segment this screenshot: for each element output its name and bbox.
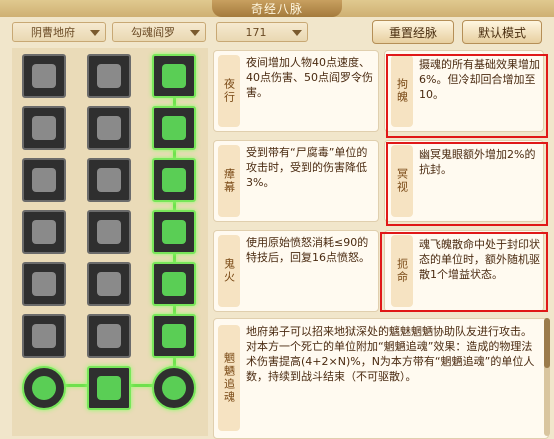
serpent-icon bbox=[32, 324, 56, 348]
swirl-icon bbox=[162, 220, 186, 244]
talent-desc: 受到带有“尸腐毒”单位的攻击时，受到的伤害降低3%。 bbox=[246, 146, 368, 189]
sect-select-value: 阴曹地府 bbox=[31, 26, 75, 39]
talent-desc: 使用原始愤怒消耗≤90的特技后，回复16点愤怒。 bbox=[246, 236, 370, 264]
skill-node[interactable] bbox=[87, 158, 131, 202]
skill-node[interactable] bbox=[87, 210, 131, 254]
chevron-down-icon bbox=[190, 30, 200, 36]
rune-icon bbox=[97, 116, 121, 140]
rune-icon bbox=[97, 272, 121, 296]
cloud-icon bbox=[32, 220, 56, 244]
skill-node[interactable] bbox=[22, 54, 66, 98]
talent-tag: 夜行 bbox=[218, 55, 240, 127]
blade-icon bbox=[32, 116, 56, 140]
skill-node-active[interactable] bbox=[87, 366, 131, 410]
skull-icon bbox=[162, 116, 186, 140]
highlight-box bbox=[386, 142, 548, 226]
skill-node[interactable] bbox=[87, 262, 131, 306]
chevron-down-icon bbox=[292, 30, 302, 36]
level-select[interactable]: 171 bbox=[216, 22, 308, 42]
knot-icon bbox=[97, 220, 121, 244]
skill-node[interactable] bbox=[22, 106, 66, 150]
meridian-window: 奇经八脉 阴曹地府 勾魂阎罗 171 重置经脉 默认模式 夜行 夜间增加人物40… bbox=[0, 0, 554, 439]
skill-node-active[interactable] bbox=[152, 106, 196, 150]
ghost-icon bbox=[162, 168, 186, 192]
skill-node-active[interactable] bbox=[152, 54, 196, 98]
talent-card[interactable]: 瘴幕 受到带有“尸腐毒”单位的攻击时，受到的伤害降低3%。 bbox=[213, 140, 379, 222]
spiral-icon bbox=[32, 376, 56, 400]
rune-icon bbox=[32, 64, 56, 88]
talent-card[interactable]: 鬼火 使用原始愤怒消耗≤90的特技后，回复16点愤怒。 bbox=[213, 230, 379, 312]
scroll-icon bbox=[32, 272, 56, 296]
hand-icon bbox=[97, 376, 121, 400]
talent-tag: 鬼火 bbox=[218, 235, 240, 307]
skill-node[interactable] bbox=[22, 158, 66, 202]
title-bar: 奇经八脉 bbox=[0, 0, 554, 17]
scrollbar-thumb[interactable] bbox=[544, 318, 550, 368]
sect-select[interactable]: 阴曹地府 bbox=[12, 22, 106, 42]
eye-icon bbox=[32, 168, 56, 192]
skill-node[interactable] bbox=[87, 54, 131, 98]
skill-node[interactable] bbox=[22, 262, 66, 306]
chevron-down-icon bbox=[90, 30, 100, 36]
meridian-grid bbox=[12, 48, 208, 436]
default-mode-button[interactable]: 默认模式 bbox=[462, 20, 542, 44]
ultimate-node-active[interactable] bbox=[22, 366, 66, 410]
talent-tag: 瘴幕 bbox=[218, 145, 240, 217]
runner-icon bbox=[162, 64, 186, 88]
skill-select-value: 勾魂阎罗 bbox=[131, 26, 175, 39]
skill-node-active[interactable] bbox=[152, 158, 196, 202]
level-select-value: 171 bbox=[245, 25, 267, 39]
window-title: 奇经八脉 bbox=[212, 0, 342, 17]
talent-desc: 夜间增加人物40点速度、40点伤害、50点阎罗令伤害。 bbox=[246, 56, 373, 99]
rune-icon bbox=[97, 324, 121, 348]
rune-icon bbox=[97, 168, 121, 192]
skill-node[interactable] bbox=[87, 314, 131, 358]
skill-node[interactable] bbox=[22, 210, 66, 254]
skill-node[interactable] bbox=[87, 106, 131, 150]
ultimate-desc: 地府弟子可以招来地狱深处的魑魅魍魉协助队友进行攻击。对本方一个死亡的单位附加“魍… bbox=[246, 325, 535, 383]
ultimate-node-active[interactable] bbox=[152, 366, 196, 410]
skill-node-active[interactable] bbox=[152, 262, 196, 306]
reset-meridian-button[interactable]: 重置经脉 bbox=[372, 20, 454, 44]
spiral-icon bbox=[162, 376, 186, 400]
skill-select[interactable]: 勾魂阎罗 bbox=[112, 22, 206, 42]
skill-node[interactable] bbox=[22, 314, 66, 358]
skill-node-active[interactable] bbox=[152, 314, 196, 358]
talent-card[interactable]: 夜行 夜间增加人物40点速度、40点伤害、50点阎罗令伤害。 bbox=[213, 50, 379, 132]
highlight-box bbox=[380, 232, 548, 312]
highlight-box bbox=[386, 54, 548, 138]
ultimate-tag: 魍魉追魂 bbox=[218, 325, 240, 431]
ultimate-detail-card: 魍魉追魂 地府弟子可以招来地狱深处的魑魅魍魉协助队友进行攻击。对本方一个死亡的单… bbox=[213, 318, 549, 439]
skill-node-active[interactable] bbox=[152, 210, 196, 254]
scrollbar[interactable] bbox=[544, 318, 550, 436]
slash-icon bbox=[162, 324, 186, 348]
flame-icon bbox=[162, 272, 186, 296]
rune-icon bbox=[97, 64, 121, 88]
